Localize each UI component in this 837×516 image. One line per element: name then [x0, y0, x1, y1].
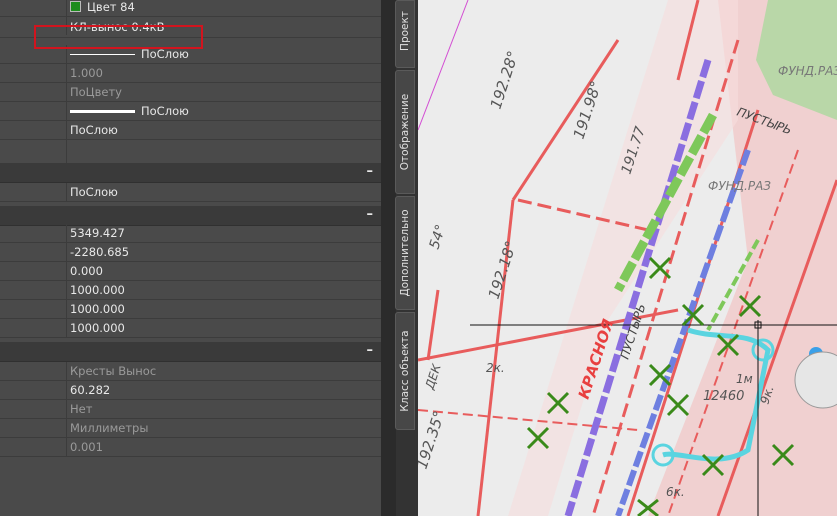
prop-value-unit-factor: 0.001: [70, 440, 103, 454]
color-swatch-icon: [70, 1, 81, 12]
building-label: 2к.: [486, 361, 505, 375]
prop-row-rotation[interactable]: 60.282: [0, 381, 381, 400]
collapse-icon[interactable]: –: [367, 207, 374, 222]
prop-value-section2[interactable]: ПоСлою: [70, 183, 118, 201]
prop-label-cell: [0, 300, 67, 318]
section-header-geometry[interactable]: –: [0, 206, 381, 226]
prop-value-lineweight[interactable]: ПоСлою: [70, 102, 189, 120]
prop-row-scale-z[interactable]: 1000.000: [0, 319, 381, 338]
prop-row-linetype[interactable]: ПоСлою: [0, 45, 381, 64]
section-header-misc[interactable]: –: [0, 342, 381, 362]
prop-row-scale-y[interactable]: 1000.000: [0, 300, 381, 319]
vertical-tab-strip: Проект Отображение Дополнительно Класс о…: [381, 0, 418, 516]
prop-label-cell: [0, 262, 67, 280]
prop-value-position-y[interactable]: -2280.685: [70, 243, 129, 261]
prop-row-scale-x[interactable]: 1000.000: [0, 281, 381, 300]
prop-value-rotation[interactable]: 60.282: [70, 381, 110, 399]
prop-value-layer[interactable]: КЛ-вынос 0.4кВ: [70, 18, 164, 36]
tab-object-class[interactable]: Класс объекта: [395, 312, 415, 430]
cad-drawing: 192.28° 191.98° 191.77 192.18° 192.35° П…: [418, 0, 837, 516]
tab-additional-label: Дополнительно: [399, 209, 411, 297]
tab-object-class-label: Класс объекта: [399, 330, 411, 412]
linetype-value-text: ПоСлою: [141, 47, 189, 61]
prop-label-cell: [0, 17, 67, 35]
prop-row-plot-style[interactable]: ПоЦвету: [0, 83, 381, 102]
prop-value-name: Кресты Вынос: [70, 364, 157, 378]
prop-row-linetype-scale[interactable]: 1.000: [0, 64, 381, 83]
prop-label-cell: [0, 319, 67, 337]
area-label: ФУНД.РАЗР: [778, 64, 837, 78]
prop-label-cell: [0, 64, 67, 82]
prop-row-unit-factor[interactable]: 0.001: [0, 438, 381, 457]
prop-value-scale-y[interactable]: 1000.000: [70, 300, 125, 318]
prop-label-cell: [0, 243, 67, 261]
lineweight-value-text: ПоСлою: [141, 104, 189, 118]
prop-label-cell: [0, 102, 67, 120]
prop-value-linetype-scale: 1.000: [70, 66, 103, 80]
prop-label-cell: [0, 0, 67, 16]
prop-label-cell: [0, 224, 67, 242]
prop-label-cell: [0, 121, 67, 139]
prop-value-position-z[interactable]: 0.000: [70, 262, 103, 280]
prop-row-empty: [0, 140, 381, 164]
prop-label-cell: [0, 362, 67, 380]
prop-row-units[interactable]: Миллиметры: [0, 419, 381, 438]
linetype-sample-icon: [70, 54, 135, 55]
prop-value-transparency[interactable]: ПоСлою: [70, 121, 118, 139]
building-label: 1м: [736, 372, 753, 386]
drawing-canvas[interactable]: 192.28° 191.98° 191.77 192.18° 192.35° П…: [418, 0, 837, 516]
prop-row-position-z[interactable]: 0.000: [0, 262, 381, 281]
prop-label-cell: [0, 438, 67, 456]
collapse-icon[interactable]: –: [367, 164, 374, 179]
scrollbar-track[interactable]: [381, 0, 396, 516]
tab-project-label: Проект: [399, 11, 411, 51]
tab-project[interactable]: Проект: [395, 0, 415, 68]
color-value-text: Цвет 84: [87, 0, 135, 14]
prop-value-units: Миллиметры: [70, 421, 149, 435]
prop-value-annotative: Нет: [70, 402, 93, 416]
prop-value-scale-z[interactable]: 1000.000: [70, 319, 125, 337]
prop-row-lineweight[interactable]: ПоСлою: [0, 102, 381, 121]
prop-value-position-x[interactable]: 5349.427: [70, 224, 125, 242]
tab-display-label: Отображение: [399, 93, 411, 171]
tab-additional[interactable]: Дополнительно: [395, 196, 415, 310]
prop-label-cell: [0, 419, 67, 437]
prop-label-cell: [0, 381, 67, 399]
prop-label-cell: [0, 140, 67, 163]
prop-row-name[interactable]: Кресты Вынос: [0, 362, 381, 381]
prop-value-linetype[interactable]: ПоСлою: [70, 45, 189, 63]
prop-value-plot-style: ПоЦвету: [70, 85, 122, 99]
prop-row-position-x[interactable]: 5349.427: [0, 224, 381, 243]
prop-row-annotative[interactable]: Нет: [0, 400, 381, 419]
prop-row-layer[interactable]: КЛ-вынос 0.4кВ: [0, 17, 381, 38]
building-number-label: 12460: [703, 389, 744, 404]
prop-label-cell: [0, 183, 67, 201]
area-label: ФУНД.РАЗ: [708, 179, 771, 193]
lineweight-sample-icon: [70, 110, 135, 113]
prop-value-color[interactable]: Цвет 84: [70, 0, 135, 16]
prop-row-position-y[interactable]: -2280.685: [0, 243, 381, 262]
building-label: 6к.: [666, 485, 685, 499]
prop-row-section2[interactable]: ПоСлою: [0, 183, 381, 202]
prop-row-color[interactable]: Цвет 84: [0, 0, 381, 17]
prop-label-cell: [0, 83, 67, 101]
collapse-icon[interactable]: –: [367, 343, 374, 358]
tab-display[interactable]: Отображение: [395, 70, 415, 194]
prop-label-cell: [0, 281, 67, 299]
section-header[interactable]: –: [0, 163, 381, 183]
prop-label-cell: [0, 400, 67, 418]
prop-row-transparency[interactable]: ПоСлою: [0, 121, 381, 140]
prop-label-cell: [0, 45, 67, 63]
properties-panel: Цвет 84 КЛ-вынос 0.4кВ ПоСлою 1.000 ПоЦв…: [0, 0, 381, 516]
prop-value-scale-x[interactable]: 1000.000: [70, 281, 125, 299]
